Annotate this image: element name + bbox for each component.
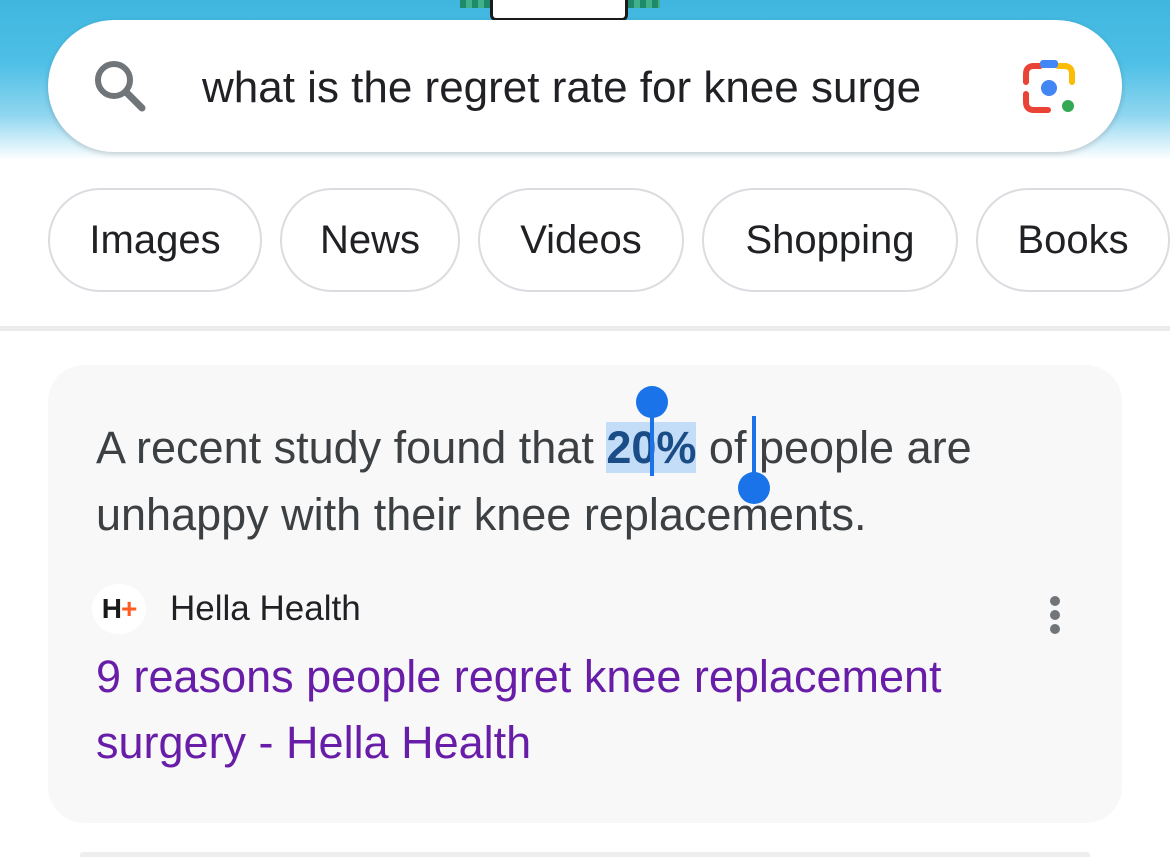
result-link[interactable]: 9 reasons people regret knee replacement… [96, 644, 1056, 776]
favicon-letter: H [101, 593, 122, 624]
chip-videos[interactable]: Videos [478, 188, 684, 292]
chip-news[interactable]: News [280, 188, 460, 292]
hella-health-favicon: H + [92, 584, 146, 634]
google-lens-icon[interactable] [1018, 58, 1080, 118]
filter-chips: Images News Videos Shopping Books [0, 188, 1170, 298]
more-vert-icon[interactable] [1036, 590, 1076, 640]
chip-images[interactable]: Images [48, 188, 262, 292]
section-divider [0, 326, 1170, 331]
snippet-text-before: A recent study found that [96, 422, 607, 473]
snippet-text[interactable]: A recent study found that 20% of people … [96, 414, 1076, 548]
chip-shopping[interactable]: Shopping [702, 188, 958, 292]
doodle-box [490, 0, 628, 20]
selection-start-handle[interactable] [636, 386, 668, 418]
search-icon[interactable] [90, 56, 150, 116]
source-name[interactable]: Hella Health [170, 584, 361, 634]
search-input[interactable]: what is the regret rate for knee surge [202, 58, 978, 118]
favicon-plus: + [120, 593, 137, 624]
chip-books[interactable]: Books [976, 188, 1170, 292]
selection-end-handle[interactable] [738, 472, 770, 504]
doodle-decoration[interactable] [460, 0, 660, 20]
next-result-card-edge [80, 852, 1090, 857]
